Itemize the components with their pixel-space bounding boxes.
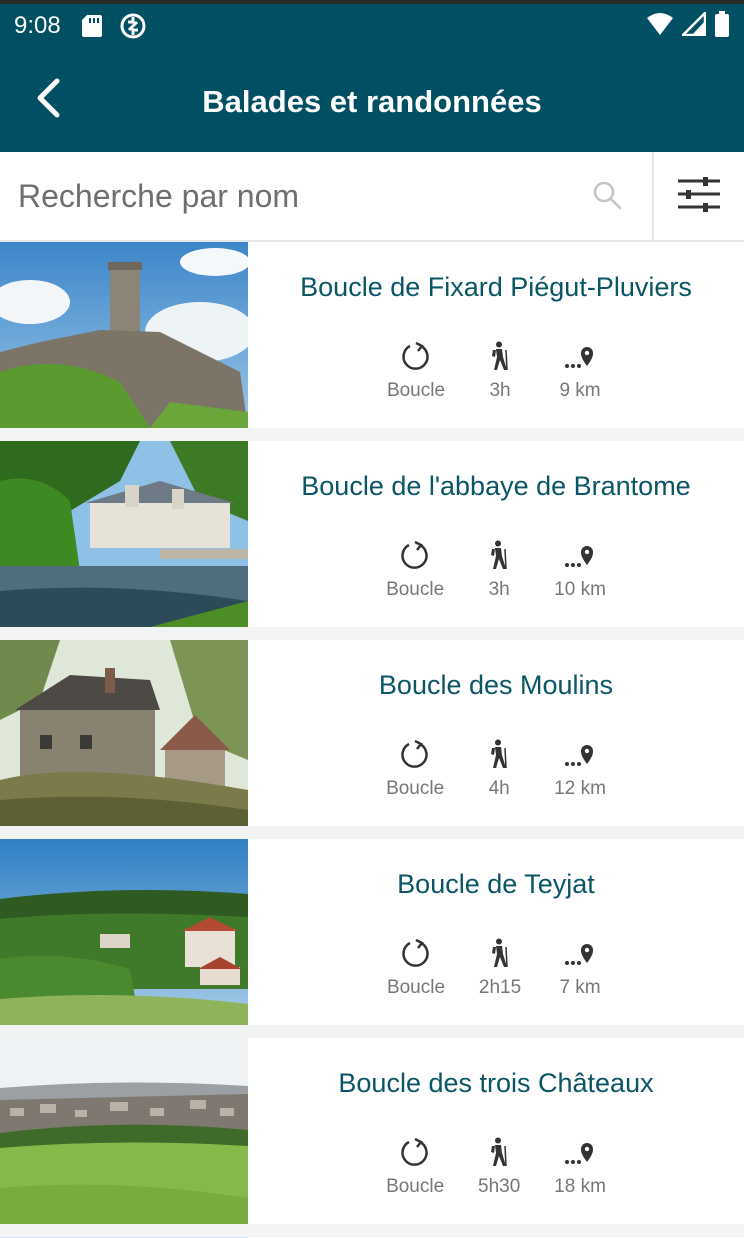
- trail-info: Boucle des trois Châteaux Boucle 5h30 18…: [248, 1038, 744, 1224]
- trail-stats: Boucle 3h 9 km: [248, 338, 744, 402]
- trail-duration: 4h: [488, 778, 510, 799]
- loop-icon: [400, 1134, 430, 1170]
- trail-stats: Boucle 5h30 18 km: [248, 1134, 744, 1198]
- loop-icon: [400, 537, 430, 573]
- trail-card[interactable]: Boucle des Moulins Boucle 4h 12 km: [0, 640, 744, 826]
- loop-icon: [400, 736, 430, 772]
- trail-info: Boucle de Teyjat Boucle 2h15 7 km: [248, 839, 744, 1025]
- trail-info: Boucle de Fixard Piégut-Pluviers Boucle …: [248, 242, 744, 428]
- trail-type: Boucle: [386, 977, 446, 998]
- trail-distance: 9 km: [559, 380, 601, 401]
- trail-duration: 2h15: [478, 977, 522, 998]
- battery-icon: [714, 10, 730, 42]
- distance-pin-icon: [564, 935, 596, 971]
- abbey-river-photo: [0, 441, 248, 627]
- distance-stat: 12 km: [554, 736, 606, 800]
- distance-stat: 10 km: [554, 537, 606, 601]
- trail-card[interactable]: Boucle de Fixard Piégut-Pluviers Boucle …: [0, 242, 744, 428]
- distance-pin-icon: [564, 1134, 596, 1170]
- trail-distance: 7 km: [559, 977, 601, 998]
- distance-stat: 7 km: [555, 935, 605, 999]
- loop-icon: [401, 935, 431, 971]
- signal-icon: [679, 9, 707, 41]
- trail-card[interactable]: Boucle de l'abbaye de Brantome Boucle 3h…: [0, 441, 744, 627]
- town-meadow-photo: [0, 1038, 248, 1224]
- trail-type: Boucle: [386, 579, 445, 600]
- duration-stat: 3h: [475, 338, 525, 402]
- trail-duration: 5h30: [478, 1176, 521, 1197]
- trail-name: Boucle de Fixard Piégut-Pluviers: [300, 272, 692, 302]
- trail-stats: Boucle 2h15 7 km: [248, 935, 744, 999]
- trail-card[interactable]: Boucle des trois Châteaux Boucle 5h30 18…: [0, 1038, 744, 1224]
- status-bar: 9:08: [0, 4, 744, 48]
- trail-distance: 12 km: [554, 778, 606, 799]
- trail-stats: Boucle 3h 10 km: [248, 537, 744, 601]
- trail-name: Boucle des trois Châteaux: [338, 1068, 654, 1098]
- trail-info: Boucle de l'abbaye de Brantome Boucle 3h…: [248, 441, 744, 627]
- stone-mill-photo: [0, 640, 248, 826]
- trail-info: Boucle des Moulins Boucle 4h 12 km: [248, 640, 744, 826]
- trail-distance: 10 km: [554, 579, 606, 600]
- search-icon[interactable]: [592, 180, 622, 215]
- page-title: Balades et randonnées: [202, 84, 542, 119]
- distance-pin-icon: [564, 537, 596, 573]
- filter-sliders-icon: [676, 175, 722, 218]
- hiker-icon: [489, 935, 511, 971]
- trail-distance: 18 km: [554, 1176, 606, 1197]
- trail-type: Boucle: [386, 778, 445, 799]
- duration-stat: 2h15: [475, 935, 525, 999]
- trail-list: Boucle de Fixard Piégut-Pluviers Boucle …: [0, 242, 744, 1238]
- loop-stat: Boucle: [387, 338, 445, 402]
- status-time: 9:08: [14, 12, 61, 39]
- distance-pin-icon: [564, 338, 596, 374]
- hiker-icon: [489, 338, 511, 374]
- trail-duration: 3h: [488, 579, 510, 600]
- loop-stat: Boucle: [386, 736, 444, 800]
- hiker-icon: [488, 1134, 510, 1170]
- distance-stat: 18 km: [554, 1134, 606, 1198]
- loop-stat: Boucle: [386, 1134, 444, 1198]
- castle-tower-photo: [0, 242, 248, 428]
- app-bar: Balades et randonnées: [0, 48, 744, 152]
- trail-name: Boucle de Teyjat: [397, 869, 595, 899]
- distance-pin-icon: [564, 736, 596, 772]
- search-input[interactable]: [18, 152, 578, 240]
- loop-icon: [401, 338, 431, 374]
- search-field-container: [0, 152, 654, 240]
- sync-icon: [119, 12, 147, 40]
- village-hills-photo: [0, 839, 248, 1025]
- duration-stat: 4h: [474, 736, 524, 800]
- duration-stat: 5h30: [474, 1134, 524, 1198]
- duration-stat: 3h: [474, 537, 524, 601]
- trail-name: Boucle des Moulins: [378, 670, 614, 700]
- trail-name: Boucle de l'abbaye de Brantome: [301, 471, 691, 501]
- loop-stat: Boucle: [386, 537, 444, 601]
- trail-duration: 3h: [489, 380, 511, 401]
- wifi-icon: [646, 12, 674, 41]
- hiker-icon: [488, 736, 510, 772]
- search-bar: [0, 152, 744, 242]
- trail-type: Boucle: [386, 380, 446, 401]
- loop-stat: Boucle: [387, 935, 445, 999]
- sd-card-icon: [81, 14, 103, 38]
- trail-card[interactable]: Boucle de Teyjat Boucle 2h15 7 km: [0, 839, 744, 1025]
- distance-stat: 9 km: [555, 338, 605, 402]
- trail-stats: Boucle 4h 12 km: [248, 736, 744, 800]
- trail-type: Boucle: [386, 1176, 445, 1197]
- hiker-icon: [488, 537, 510, 573]
- filter-button[interactable]: [654, 152, 744, 240]
